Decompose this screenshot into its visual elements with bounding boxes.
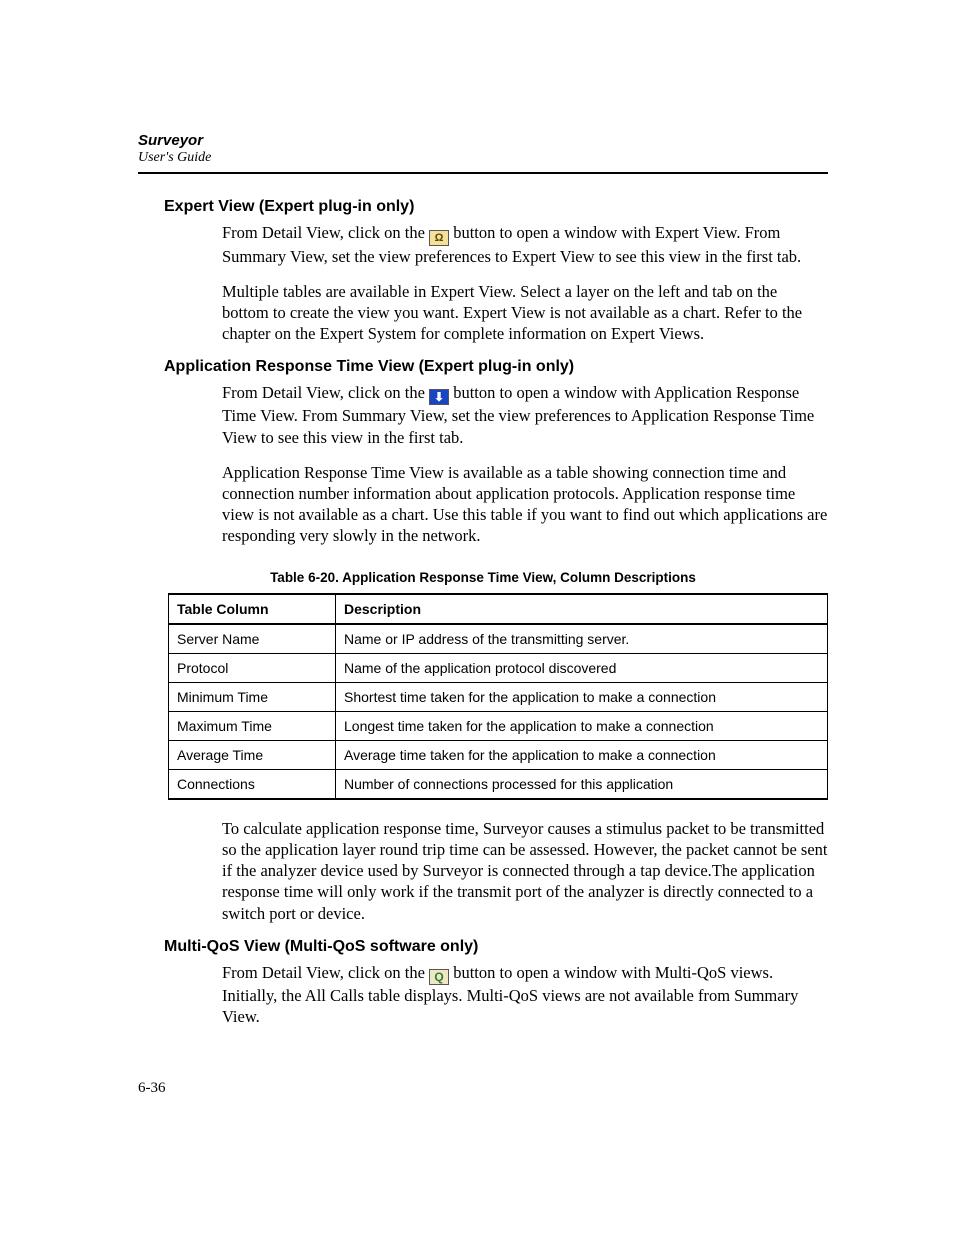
table-row: Protocol Name of the application protoco… bbox=[169, 654, 828, 683]
art-after-para: To calculate application response time, … bbox=[222, 818, 828, 924]
table-header-column: Table Column bbox=[169, 594, 336, 624]
cell-desc: Average time taken for the application t… bbox=[336, 741, 828, 770]
cell-desc: Name of the application protocol discove… bbox=[336, 654, 828, 683]
expert-para-2: Multiple tables are available in Expert … bbox=[222, 281, 828, 344]
text: From Detail View, click on the bbox=[222, 223, 429, 242]
table-row: Average Time Average time taken for the … bbox=[169, 741, 828, 770]
cell-col: Server Name bbox=[169, 624, 336, 654]
qos-para-1: From Detail View, click on the Q button … bbox=[222, 962, 828, 1027]
art-para-1: From Detail View, click on the ⬇ button … bbox=[222, 382, 828, 447]
table-row: Maximum Time Longest time taken for the … bbox=[169, 712, 828, 741]
header-rule bbox=[138, 172, 828, 174]
table-caption: Table 6-20. Application Response Time Vi… bbox=[138, 570, 828, 585]
table-row: Connections Number of connections proces… bbox=[169, 770, 828, 800]
cell-col: Minimum Time bbox=[169, 683, 336, 712]
cell-desc: Longest time taken for the application t… bbox=[336, 712, 828, 741]
table-row: Minimum Time Shortest time taken for the… bbox=[169, 683, 828, 712]
doc-title: Surveyor bbox=[138, 132, 828, 150]
table-row: Server Name Name or IP address of the tr… bbox=[169, 624, 828, 654]
cell-desc: Number of connections processed for this… bbox=[336, 770, 828, 800]
expert-para-1: From Detail View, click on the Ω button … bbox=[222, 222, 828, 267]
expert-view-icon: Ω bbox=[429, 230, 449, 246]
art-para-2: Application Response Time View is availa… bbox=[222, 462, 828, 546]
text: From Detail View, click on the bbox=[222, 383, 429, 402]
cell-col: Protocol bbox=[169, 654, 336, 683]
heading-multiqos-view: Multi-QoS View (Multi-QoS software only) bbox=[164, 938, 828, 956]
art-column-table: Table Column Description Server Name Nam… bbox=[168, 593, 828, 800]
text: From Detail View, click on the bbox=[222, 963, 429, 982]
doc-subtitle: User's Guide bbox=[138, 150, 828, 166]
page-number: 6-36 bbox=[138, 1080, 166, 1097]
multiqos-icon: Q bbox=[429, 969, 449, 985]
response-time-icon: ⬇ bbox=[429, 389, 449, 405]
table-header-description: Description bbox=[336, 594, 828, 624]
cell-col: Average Time bbox=[169, 741, 336, 770]
cell-desc: Name or IP address of the transmitting s… bbox=[336, 624, 828, 654]
cell-desc: Shortest time taken for the application … bbox=[336, 683, 828, 712]
cell-col: Maximum Time bbox=[169, 712, 336, 741]
cell-col: Connections bbox=[169, 770, 336, 800]
heading-art-view: Application Response Time View (Expert p… bbox=[164, 358, 828, 376]
heading-expert-view: Expert View (Expert plug-in only) bbox=[164, 198, 828, 216]
